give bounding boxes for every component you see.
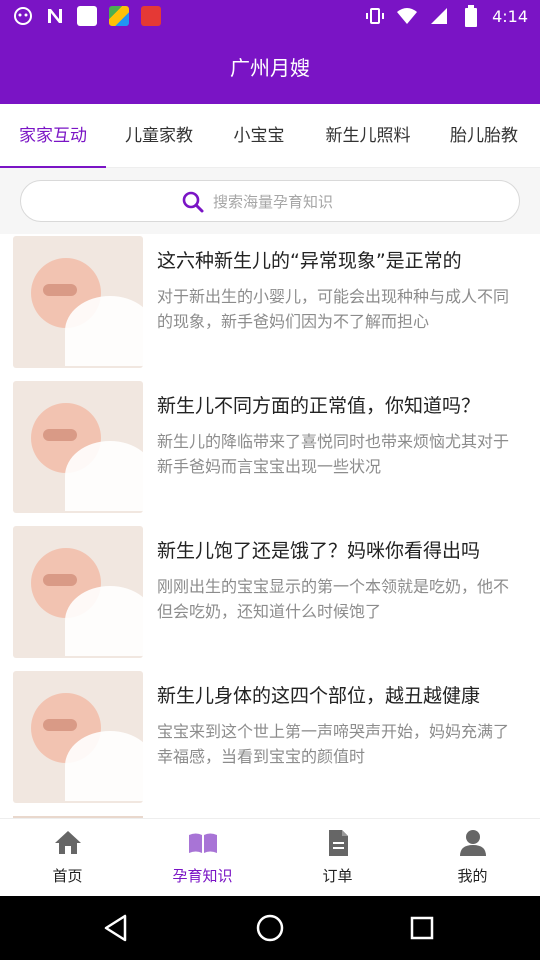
article-summary: 对于新出生的小婴儿，可能会出现种种与成人不同的现象，新手爸妈们因为不了解而担心: [157, 287, 510, 331]
article-item[interactable]: 新生儿身体的这四个部位，越丑越健康 宝宝来到这个世上第一声啼哭声开始，妈妈充满了…: [0, 671, 540, 817]
search-placeholder: 搜索海量孕育知识: [213, 193, 334, 211]
article-item[interactable]: 新生儿饱了还是饿了？妈咪你看得出吗 刚刚出生的宝宝显示的第一个本领就是吃奶，他不…: [0, 526, 540, 672]
article-list: 这六种新生儿的“异常现象”是正常的 对于新出生的小婴儿，可能会出现种种与成人不同…: [0, 234, 540, 818]
article-summary: 刚刚出生的宝宝显示的第一个本领就是吃奶，他不但会吃奶，还知道什么时候饱了: [157, 577, 510, 621]
article-thumbnail: [13, 236, 143, 368]
colorful-app-icon: [108, 5, 130, 27]
home-circle-icon[interactable]: [252, 910, 288, 946]
nav-parenting-knowledge[interactable]: 孕育知识: [135, 819, 270, 897]
app-bar: 广州月嫂: [0, 32, 540, 104]
tab-baby[interactable]: 小宝宝: [212, 104, 306, 168]
search-area: 搜索海量孕育知识: [0, 168, 540, 234]
article-title: 新生儿身体的这四个部位，越丑越健康: [157, 685, 481, 707]
tab-newborn-care[interactable]: 新生儿照料: [306, 104, 430, 168]
tab-prenatal-education[interactable]: 胎儿胎教: [430, 104, 538, 168]
nav-orders-label: 订单: [322, 867, 353, 885]
nav-mine[interactable]: 我的: [405, 819, 540, 897]
nav-home-label: 首页: [52, 867, 83, 885]
tab-family-interaction[interactable]: 家家互动: [0, 104, 106, 168]
wifi-icon: [396, 5, 418, 27]
system-nav-bar: [0, 896, 540, 960]
recents-icon[interactable]: [404, 910, 440, 946]
document-icon: [322, 827, 354, 859]
n-notification-icon: [44, 5, 66, 27]
article-title: 新生儿饱了还是饿了？妈咪你看得出吗: [157, 540, 481, 562]
article-summary: 宝宝来到这个世上第一声啼哭声开始，妈妈充满了幸福感，当看到宝宝的颜值时: [157, 722, 510, 766]
article-thumbnail: [13, 526, 143, 658]
book-icon: [187, 827, 219, 859]
nav-home[interactable]: 首页: [0, 819, 135, 897]
category-tabs: 家家互动 儿童家教 小宝宝 新生儿照料 胎儿胎教: [0, 104, 540, 169]
nav-parenting-knowledge-label: 孕育知识: [172, 867, 233, 885]
white-app-icon: [76, 5, 98, 27]
nav-orders[interactable]: 订单: [270, 819, 405, 897]
page-title: 广州月嫂: [230, 56, 310, 80]
status-system: 4:14: [364, 5, 528, 27]
status-notifications: [12, 5, 162, 27]
nav-mine-label: 我的: [457, 867, 488, 885]
signal-icon: [428, 5, 450, 27]
bottom-nav: 首页 孕育知识 订单 我的: [0, 818, 540, 896]
red-app-icon: [140, 5, 162, 27]
search-input[interactable]: 搜索海量孕育知识: [20, 180, 520, 222]
home-icon: [52, 827, 84, 859]
search-icon: [181, 190, 205, 214]
status-bar: 4:14: [0, 0, 540, 32]
article-title: 新生儿不同方面的正常值，你知道吗？: [157, 395, 481, 417]
back-icon[interactable]: [99, 910, 135, 946]
article-thumbnail: [13, 671, 143, 803]
article-title: 这六种新生儿的“异常现象”是正常的: [157, 250, 462, 272]
app-notification-icon: [12, 5, 34, 27]
person-icon: [457, 827, 489, 859]
article-summary: 新生儿的降临带来了喜悦同时也带来烦恼尤其对于新手爸妈而言宝宝出现一些状况: [157, 432, 510, 476]
clock: 4:14: [492, 6, 528, 26]
tab-child-tutoring[interactable]: 儿童家教: [106, 104, 212, 168]
article-thumbnail: [13, 381, 143, 513]
article-item[interactable]: 这六种新生儿的“异常现象”是正常的 对于新出生的小婴儿，可能会出现种种与成人不同…: [0, 236, 540, 382]
vibrate-icon: [364, 5, 386, 27]
article-item[interactable]: 新生儿不同方面的正常值，你知道吗？ 新生儿的降临带来了喜悦同时也带来烦恼尤其对于…: [0, 381, 540, 527]
battery-icon: [460, 5, 482, 27]
